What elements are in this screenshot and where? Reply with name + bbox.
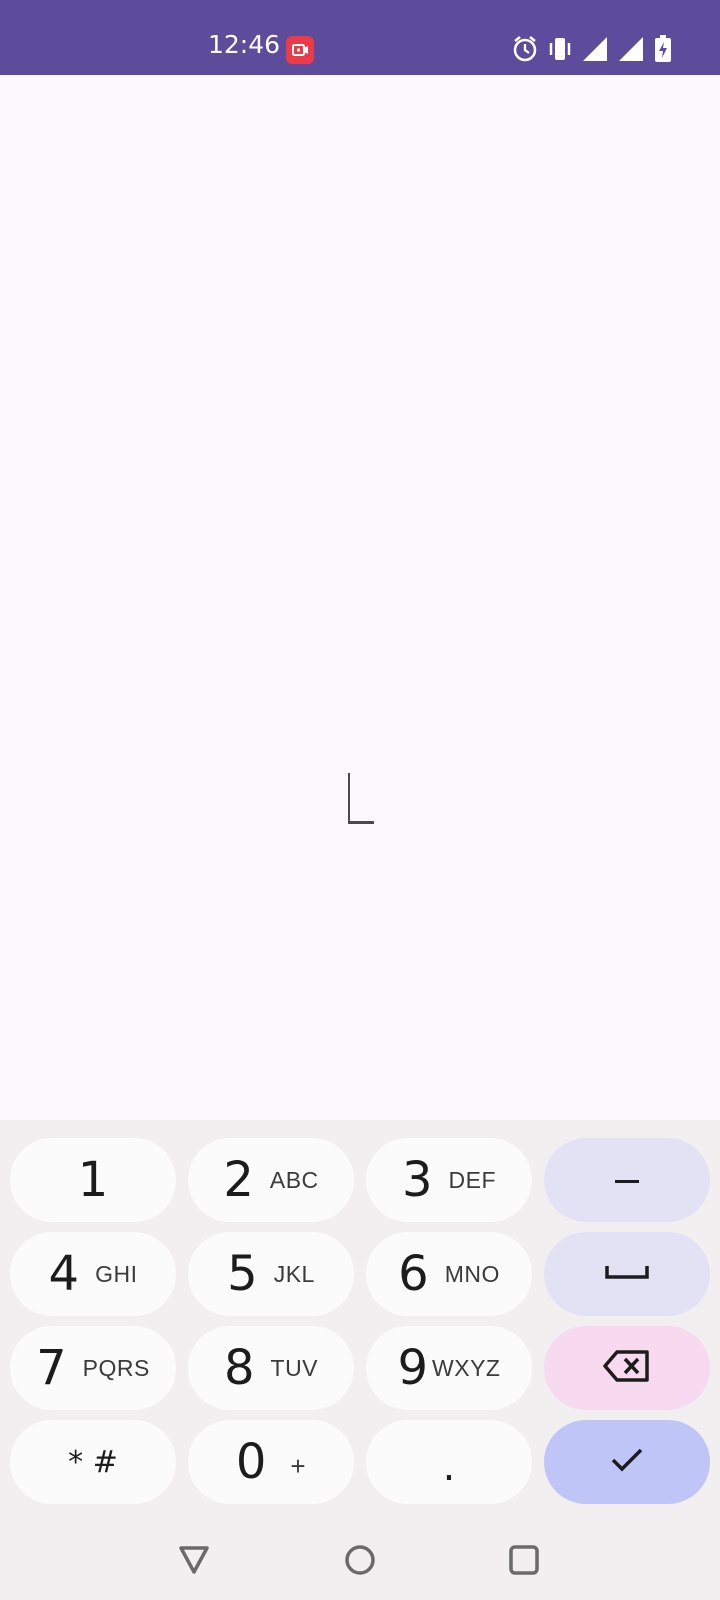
recents-icon xyxy=(504,1545,544,1584)
key-0[interactable]: 0 + xyxy=(188,1420,354,1504)
key-9[interactable]: 9 WXYZ xyxy=(366,1326,532,1410)
key-digit: 5 xyxy=(227,1246,258,1302)
navigation-bar xyxy=(0,1520,720,1600)
cursor-underline xyxy=(348,821,374,824)
key-digit: 0 xyxy=(235,1434,267,1490)
key-5[interactable]: 5 JKL xyxy=(188,1232,354,1316)
key-3[interactable]: 3 DEF xyxy=(366,1138,532,1222)
text-cursor xyxy=(348,773,374,825)
screen-record-icon xyxy=(286,36,314,64)
key-letters: ABC xyxy=(269,1166,319,1193)
key-8[interactable]: 8 TUV xyxy=(188,1326,354,1410)
key-digit: 3 xyxy=(401,1152,433,1208)
key-letters: WXYZ xyxy=(432,1354,501,1381)
done-key[interactable] xyxy=(544,1420,710,1504)
space-icon xyxy=(605,1262,649,1286)
back-icon xyxy=(174,1546,214,1584)
key-2[interactable]: 2 ABC xyxy=(188,1138,354,1222)
cursor-bar xyxy=(348,773,350,821)
backspace-key[interactable] xyxy=(544,1326,710,1410)
key-digit: 7 xyxy=(36,1340,67,1396)
input-area[interactable] xyxy=(0,75,720,1120)
key-symbols: . xyxy=(442,1444,456,1490)
key-letters: GHI xyxy=(95,1260,138,1287)
status-bar: 12:46 xyxy=(0,0,720,75)
key-symbols: * # xyxy=(68,1444,118,1480)
key-digit: 2 xyxy=(223,1152,254,1208)
key-digit: 1 xyxy=(77,1152,109,1208)
space-key[interactable] xyxy=(544,1232,710,1316)
star-hash-key[interactable]: * # xyxy=(10,1420,176,1504)
key-letters: DEF xyxy=(448,1166,497,1193)
key-letters: MNO xyxy=(444,1260,500,1287)
status-icons xyxy=(512,34,672,64)
key-7[interactable]: 7 PQRS xyxy=(10,1326,176,1410)
checkmark-icon xyxy=(610,1447,644,1477)
key-4[interactable]: 4 GHI xyxy=(10,1232,176,1316)
backspace-icon xyxy=(603,1349,651,1387)
minus-key[interactable] xyxy=(544,1138,710,1222)
key-letters: JKL xyxy=(273,1260,315,1287)
key-digit: 6 xyxy=(398,1246,429,1302)
numeric-keyboard: 1 2 ABC 3 DEF 4 GHI 5 JKL 6 MNO 7 PQRS 8… xyxy=(0,1120,720,1520)
minus-icon xyxy=(614,1165,640,1195)
signal-icon xyxy=(582,36,608,62)
vibrate-icon xyxy=(548,35,572,63)
home-icon xyxy=(340,1545,380,1584)
key-letters: TUV xyxy=(270,1354,319,1381)
home-button[interactable] xyxy=(340,1540,380,1580)
recents-button[interactable] xyxy=(504,1540,544,1580)
dot-key[interactable]: . xyxy=(366,1420,532,1504)
battery-charging-icon xyxy=(654,35,672,63)
key-digit: 8 xyxy=(223,1340,255,1396)
key-digit: 4 xyxy=(48,1246,80,1302)
alarm-icon xyxy=(512,35,538,63)
key-6[interactable]: 6 MNO xyxy=(366,1232,532,1316)
status-time: 12:46 xyxy=(208,30,281,59)
back-button[interactable] xyxy=(174,1540,214,1580)
key-letters: PQRS xyxy=(82,1354,150,1381)
key-1[interactable]: 1 xyxy=(10,1138,176,1222)
signal-icon xyxy=(618,36,644,62)
key-letters: + xyxy=(290,1450,307,1481)
key-digit: 9 xyxy=(397,1340,429,1396)
